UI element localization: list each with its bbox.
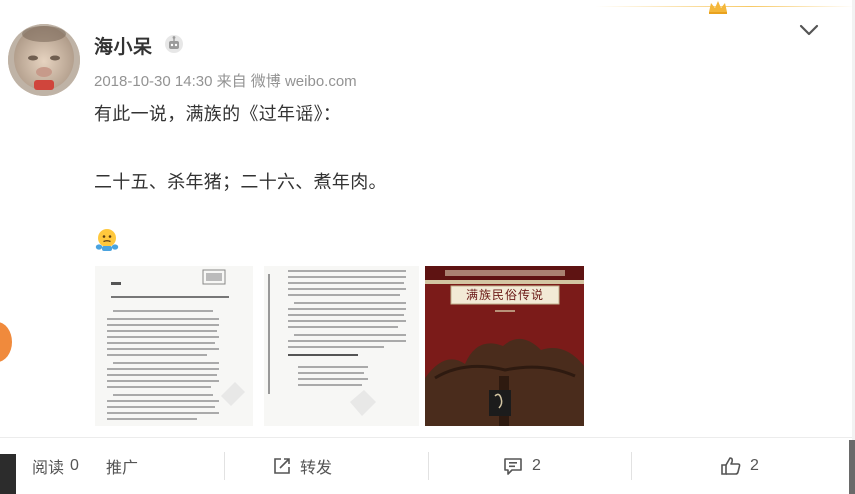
post-source[interactable]: 微博 weibo.com	[251, 73, 357, 90]
post-image-2[interactable]	[264, 266, 419, 426]
chevron-down-icon[interactable]	[798, 22, 820, 38]
adjacent-panel-edge	[0, 454, 16, 494]
comment-button[interactable]: 2	[502, 438, 541, 494]
book-cover-title: 满族民俗传说	[465, 288, 544, 302]
promote-button[interactable]: 推广	[106, 438, 138, 494]
adjacent-avatar-fragment	[0, 322, 12, 362]
username[interactable]: 海小呆	[94, 32, 153, 59]
post-meta: 2018-10-30 14:30 来自 微博 weibo.com	[94, 70, 357, 91]
post-image-1[interactable]	[95, 266, 253, 426]
post-timestamp[interactable]: 2018-10-30 14:30	[94, 73, 212, 90]
scrollbar-thumb[interactable]	[849, 440, 855, 494]
post-image-3[interactable]: 满族民俗传说	[425, 266, 584, 426]
like-button[interactable]: 2	[720, 438, 759, 494]
share-icon	[274, 458, 290, 474]
comment-icon	[504, 458, 522, 475]
action-separator	[631, 452, 632, 480]
read-label: 阅读	[32, 460, 65, 477]
promote-label: 推广	[106, 460, 139, 477]
post-text-line-2: 二十五、杀年猪；二十六、煮年肉。	[94, 172, 387, 192]
from-label: 来自	[216, 73, 247, 90]
avatar[interactable]	[8, 24, 80, 96]
post-text-line-1: 有此一说，满族的《过年谣》：	[94, 104, 342, 124]
like-count: 2	[750, 457, 759, 474]
thumbs-up-icon	[721, 457, 741, 475]
crown-icon	[709, 1, 727, 14]
repost-label: 转发	[300, 460, 333, 477]
repost-button[interactable]: 转发	[272, 438, 332, 494]
comment-count: 2	[532, 457, 541, 474]
read-count-value: 0	[70, 457, 79, 474]
avatar-photo	[8, 24, 80, 96]
weibo-post-card: 海小呆 2018-10-30 14:30 来自 微博 weibo.com 有此一…	[0, 0, 855, 494]
action-bar: 阅读 0 推广 转发 2 2	[0, 438, 855, 494]
action-separator	[428, 452, 429, 480]
thinking-face-icon	[95, 229, 119, 251]
membership-decoration	[595, 0, 855, 14]
scanned-page-image	[264, 266, 419, 426]
robot-badge-icon	[165, 35, 183, 53]
read-count: 阅读 0	[32, 438, 79, 494]
action-separator	[224, 452, 225, 480]
scanned-page-image	[95, 266, 253, 426]
